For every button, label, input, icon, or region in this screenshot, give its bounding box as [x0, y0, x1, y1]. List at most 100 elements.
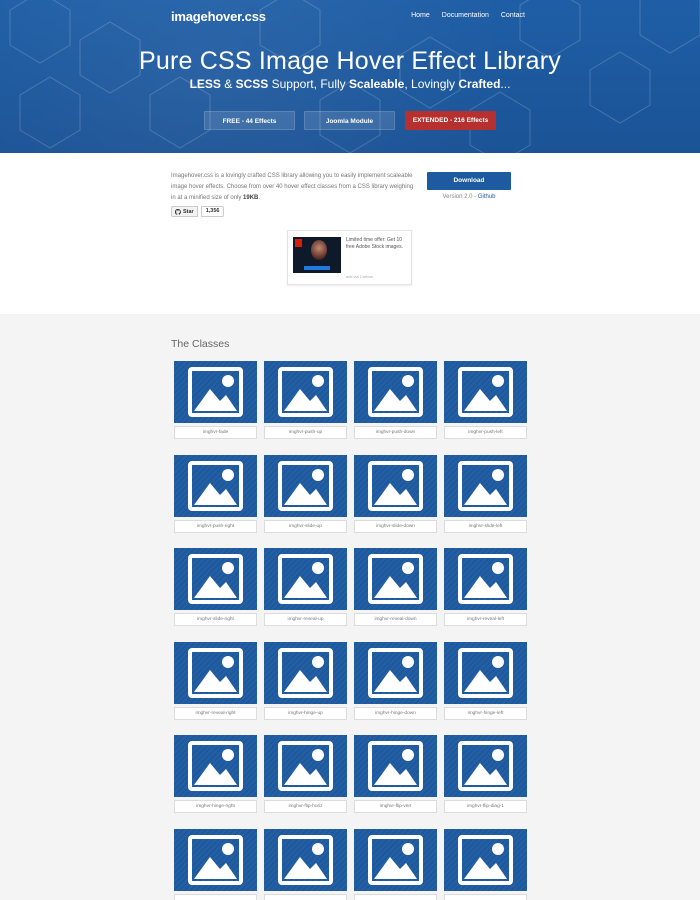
site-logo[interactable]: imagehover.css: [171, 9, 266, 24]
page-subtitle: LESS & SCSS Support, Fully Scaleable, Lo…: [189, 77, 511, 91]
class-thumbnail[interactable]: [354, 828, 437, 891]
class-thumbnail[interactable]: [174, 548, 257, 610]
class-label: imghvr-slide-left: [444, 519, 527, 533]
image-placeholder-icon: [458, 367, 513, 417]
class-label: imghvr-reveal-right: [174, 706, 257, 720]
hero-header: imagehover.css Home Documentation Contac…: [0, 0, 700, 153]
class-label: imghvr-hinge-right: [174, 800, 257, 813]
class-label: imghvr-fade: [174, 426, 257, 439]
class-label: imghvr-reveal-up: [264, 613, 347, 626]
image-placeholder-icon: [278, 834, 333, 885]
ad-via[interactable]: ads via Carbon: [346, 274, 373, 279]
image-placeholder-icon: [188, 647, 243, 698]
class-thumbnail[interactable]: [354, 548, 437, 610]
class-label: [444, 893, 527, 900]
star-label: Star: [183, 208, 194, 215]
class-label: imghvr-hinge-left: [444, 706, 527, 720]
image-placeholder-icon: [188, 741, 243, 791]
classes-heading: The Classes: [171, 338, 230, 350]
image-placeholder-icon: [188, 834, 243, 885]
image-placeholder-icon: [188, 367, 243, 417]
nav-contact[interactable]: Contact: [501, 12, 525, 19]
image-placeholder-icon: [458, 647, 513, 698]
github-star-widget[interactable]: Star 1,356: [171, 206, 225, 217]
image-placeholder-icon: [188, 460, 243, 511]
class-thumbnail[interactable]: [174, 454, 257, 517]
class-label: imghvr-flip-vert: [354, 800, 437, 813]
image-placeholder-icon: [368, 367, 423, 417]
carbon-ad[interactable]: Limited time offer: Get 10 free Adobe St…: [287, 230, 412, 285]
free-effects-button[interactable]: FREE - 44 Effects: [204, 111, 295, 130]
image-placeholder-icon: [278, 460, 333, 511]
version-info: Version 2.0 - Github: [442, 194, 496, 200]
image-placeholder-icon: [278, 741, 333, 791]
class-thumbnail[interactable]: [354, 641, 437, 704]
class-label: imghvr-slide-down: [354, 519, 437, 533]
class-label: imghvr-flip-horiz: [264, 800, 347, 813]
image-placeholder-icon: [188, 554, 243, 604]
ad-cta-strip: [304, 266, 330, 270]
class-thumbnail[interactable]: [354, 361, 437, 423]
github-icon: [175, 208, 181, 215]
image-placeholder-icon: [368, 554, 423, 604]
ad-image[interactable]: [293, 237, 341, 273]
class-label: imghvr-push-down: [354, 426, 437, 439]
class-label: imghvr-slide-up: [264, 519, 347, 533]
class-thumbnail[interactable]: [444, 641, 527, 704]
class-label: imghvr-push-left: [444, 426, 527, 439]
image-placeholder-icon: [278, 647, 333, 698]
intro-description: Imagehover.css is a lovingly crafted CSS…: [171, 173, 414, 201]
class-label: imghvr-push-up: [264, 426, 347, 439]
ad-portrait: [311, 240, 327, 260]
image-placeholder-icon: [368, 834, 423, 885]
class-thumbnail[interactable]: [444, 828, 527, 891]
star-count[interactable]: 1,356: [200, 206, 225, 217]
top-nav: Home Documentation Contact: [411, 12, 525, 19]
image-placeholder-icon: [368, 647, 423, 698]
class-thumbnail[interactable]: [444, 454, 527, 517]
adobe-logo-icon: [295, 239, 302, 247]
intro-section: Imagehover.css is a lovingly crafted CSS…: [0, 153, 700, 314]
class-thumbnail[interactable]: [174, 735, 257, 797]
class-label: imghvr-reveal-left: [444, 613, 527, 626]
class-thumbnail[interactable]: [174, 641, 257, 704]
class-thumbnail[interactable]: [174, 361, 257, 423]
image-placeholder-icon: [458, 741, 513, 791]
image-placeholder-icon: [368, 741, 423, 791]
class-thumbnail[interactable]: [444, 735, 527, 797]
nav-documentation[interactable]: Documentation: [442, 12, 489, 19]
image-placeholder-icon: [278, 554, 333, 604]
github-star-button[interactable]: Star: [171, 206, 198, 217]
download-button[interactable]: Download: [427, 172, 511, 190]
class-label: imghvr-hinge-up: [264, 706, 347, 720]
class-thumbnail[interactable]: [444, 361, 527, 423]
class-thumbnail[interactable]: [264, 454, 347, 517]
class-label: imghvr-slide-right: [174, 613, 257, 626]
class-label: imghvr-push-right: [174, 519, 257, 533]
github-link[interactable]: Github: [478, 194, 496, 200]
class-thumbnail[interactable]: [264, 361, 347, 423]
class-thumbnail[interactable]: [264, 548, 347, 610]
class-thumbnail[interactable]: [174, 828, 257, 891]
nav-home[interactable]: Home: [411, 12, 430, 19]
class-label: imghvr-reveal-down: [354, 613, 437, 626]
class-thumbnail[interactable]: [444, 548, 527, 610]
class-label: imghvr-flip-diag-1: [444, 800, 527, 813]
class-label: [264, 893, 347, 900]
class-thumbnail[interactable]: [354, 735, 437, 797]
class-thumbnail[interactable]: [264, 735, 347, 797]
image-placeholder-icon: [278, 367, 333, 417]
ad-text[interactable]: Limited time offer: Get 10 free Adobe St…: [346, 237, 408, 251]
class-thumbnail[interactable]: [264, 641, 347, 704]
page-title: Pure CSS Image Hover Effect Library: [139, 47, 561, 75]
image-placeholder-icon: [368, 460, 423, 511]
extended-effects-button[interactable]: EXTENDED - 216 Effects: [405, 111, 496, 130]
class-label: imghvr-hinge-down: [354, 706, 437, 720]
class-label: [174, 893, 257, 900]
image-placeholder-icon: [458, 834, 513, 885]
class-thumbnail[interactable]: [264, 828, 347, 891]
joomla-module-button[interactable]: Joomla Module: [304, 111, 395, 130]
image-placeholder-icon: [458, 460, 513, 511]
class-label: [354, 893, 437, 900]
class-thumbnail[interactable]: [354, 454, 437, 517]
